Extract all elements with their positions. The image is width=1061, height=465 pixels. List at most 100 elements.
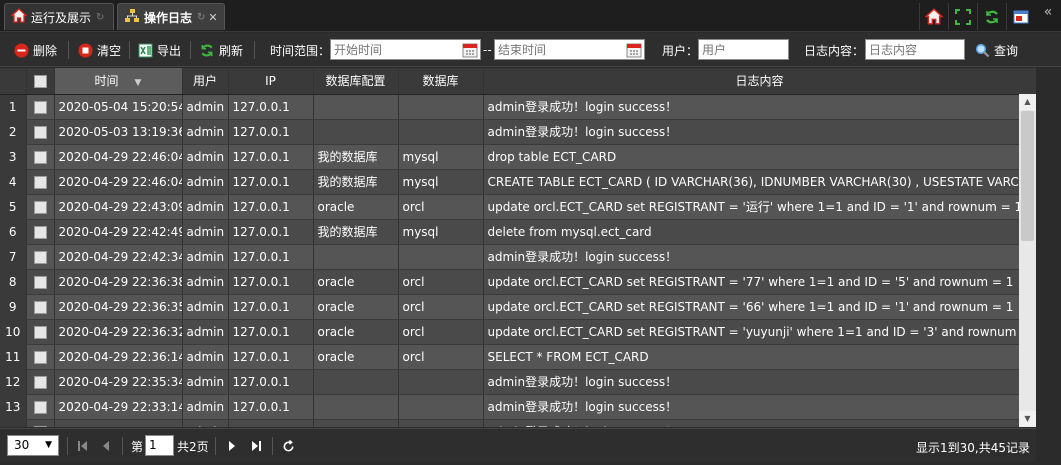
range-separator: -- <box>483 43 492 57</box>
tab-operation-log[interactable]: 操作日志 ↻ ✕ <box>117 3 225 30</box>
tab-refresh-icon[interactable]: ↻ <box>96 12 104 23</box>
row-number: 14 <box>0 419 27 427</box>
table-row[interactable]: 2 2020-05-03 13:19:36 admin 127.0.0.1 admin登… <box>0 119 1036 145</box>
reload-icon[interactable] <box>280 437 296 455</box>
row-checkbox[interactable] <box>26 419 55 427</box>
page-size-select[interactable]: 30 ▼ <box>7 435 59 456</box>
table-row[interactable]: 8 2020-04-29 22:36:38 admin 127.0.0.1 oracle… <box>0 269 1036 295</box>
calendar-icon[interactable] <box>461 39 479 60</box>
checkbox[interactable] <box>33 400 47 414</box>
previous-page-icon[interactable] <box>98 437 114 455</box>
fullscreen-icon[interactable] <box>948 3 977 30</box>
row-checkbox[interactable] <box>26 369 55 395</box>
current-page-input[interactable]: 1 <box>145 435 174 456</box>
checkbox[interactable] <box>33 100 47 114</box>
cell-db-config <box>313 394 399 420</box>
checkbox[interactable] <box>33 375 47 389</box>
row-checkbox[interactable] <box>26 219 55 245</box>
scroll-up-arrow[interactable]: ▲ <box>1019 94 1036 110</box>
table-row[interactable]: 10 2020-04-29 22:36:32 admin 127.0.0.1 oracl… <box>0 319 1036 345</box>
table-row[interactable]: 4 2020-04-29 22:46:04 admin 127.0.0.1 我的数据库 m… <box>0 169 1036 195</box>
checkbox[interactable] <box>33 275 47 289</box>
row-checkbox[interactable] <box>26 269 55 295</box>
tab-run-display[interactable]: 运行及展示 ↻ <box>4 3 114 30</box>
checkbox[interactable] <box>33 125 47 139</box>
close-icon[interactable]: ✕ <box>208 11 217 24</box>
collapse-panel-icon[interactable]: « <box>1039 4 1057 26</box>
checkbox[interactable] <box>33 175 47 189</box>
table-row[interactable]: 9 2020-04-29 22:36:35 admin 127.0.0.1 oracle… <box>0 294 1036 320</box>
table-row[interactable]: 12 2020-04-29 22:35:34 admin 127.0.0.1 admin… <box>0 369 1036 395</box>
cell-time: 2020-04-29 22:35:34 <box>54 369 183 395</box>
scroll-thumb[interactable] <box>1021 111 1034 241</box>
cell-db-config: 我的数据库 <box>313 219 399 245</box>
column-header-time[interactable]: 时间 ▼ <box>54 68 183 95</box>
row-checkbox[interactable] <box>26 94 55 120</box>
row-checkbox[interactable] <box>26 319 55 345</box>
checkbox[interactable] <box>33 325 47 339</box>
refresh-label: 刷新 <box>219 43 244 58</box>
cell-time: 2020-04-29 22:33:14 <box>54 394 183 420</box>
row-checkbox[interactable] <box>26 294 55 320</box>
delete-button[interactable]: 删除 <box>14 33 57 67</box>
checkbox[interactable] <box>33 150 47 164</box>
column-header-db-config[interactable]: 数据库配置 <box>313 68 399 95</box>
settings-window-icon[interactable] <box>1006 3 1035 30</box>
cell-ip: 127.0.0.1 <box>228 219 314 245</box>
next-page-icon[interactable] <box>224 437 240 455</box>
column-header-database[interactable]: 数据库 <box>398 68 484 95</box>
table-row[interactable]: 13 2020-04-29 22:33:14 admin 127.0.0.1 admin… <box>0 394 1036 420</box>
tab-refresh-icon[interactable]: ↻ <box>197 12 205 23</box>
calendar-icon[interactable] <box>625 39 643 60</box>
column-header-log-content[interactable]: 日志内容 <box>483 68 1036 95</box>
table-row[interactable]: 7 2020-04-29 22:42:34 admin 127.0.0.1 admin登… <box>0 244 1036 270</box>
scroll-down-arrow[interactable]: ▼ <box>1019 411 1036 427</box>
row-checkbox[interactable] <box>26 394 55 420</box>
checkbox[interactable] <box>33 350 47 364</box>
checkbox[interactable] <box>33 200 47 214</box>
select-all-checkbox[interactable] <box>26 68 55 95</box>
table-row[interactable]: 3 2020-04-29 22:46:04 admin 127.0.0.1 我的数据库 m… <box>0 144 1036 170</box>
cell-database <box>398 119 484 145</box>
query-button[interactable]: 查询 <box>975 33 1018 67</box>
column-header-ip[interactable]: IP <box>228 68 314 95</box>
checkbox[interactable] <box>33 225 47 239</box>
table-row[interactable]: 5 2020-04-29 22:43:09 admin 127.0.0.1 oracle… <box>0 194 1036 220</box>
end-time-input[interactable] <box>494 39 645 60</box>
row-checkbox[interactable] <box>26 119 55 145</box>
table-row[interactable]: 1 2020-05-04 15:20:54 admin 127.0.0.1 admin登… <box>0 94 1036 120</box>
export-button[interactable]: 导出 <box>138 33 181 67</box>
row-checkbox[interactable] <box>26 169 55 195</box>
start-time-input[interactable] <box>330 39 481 60</box>
window-controls <box>919 3 1035 30</box>
row-checkbox[interactable] <box>26 144 55 170</box>
cell-ip: 127.0.0.1 <box>228 194 314 220</box>
cell-time: 2020-04-29 22:36:32 <box>54 319 183 345</box>
last-page-icon[interactable] <box>249 437 265 455</box>
record-count-info: 显示1到30,共45记录 <box>916 441 1030 455</box>
sort-dropdown-icon[interactable]: ▼ <box>135 78 142 88</box>
column-header-user[interactable]: 用户 <box>182 68 229 95</box>
vertical-scrollbar[interactable]: ▲ ▼ <box>1019 94 1036 427</box>
first-page-icon[interactable] <box>74 437 90 455</box>
export-label: 导出 <box>157 43 182 58</box>
table-row[interactable]: 6 2020-04-29 22:42:49 admin 127.0.0.1 我的数据库 m… <box>0 219 1036 245</box>
cell-time: 2020-04-29 22:36:35 <box>54 294 183 320</box>
checkbox[interactable] <box>33 300 47 314</box>
home-icon[interactable] <box>919 3 948 30</box>
clear-button[interactable]: 清空 <box>78 33 121 67</box>
row-checkbox[interactable] <box>26 194 55 220</box>
refresh-icon[interactable] <box>977 3 1006 30</box>
row-number: 12 <box>0 369 27 395</box>
user-input[interactable] <box>698 39 789 60</box>
cell-database: mysql <box>398 219 484 245</box>
log-content-input[interactable] <box>865 39 965 60</box>
row-checkbox[interactable] <box>26 344 55 370</box>
table-row[interactable]: 11 2020-04-29 22:36:14 admin 127.0.0.1 oracl… <box>0 344 1036 370</box>
table-row[interactable]: 14 2020-04-29 22:32:49admin127.0.0.1 admin… <box>0 419 1036 427</box>
checkbox[interactable] <box>33 250 47 264</box>
row-checkbox[interactable] <box>26 244 55 270</box>
pager-separator <box>215 437 216 455</box>
refresh-button[interactable]: 刷新 <box>199 33 243 67</box>
checkbox[interactable] <box>33 425 47 427</box>
